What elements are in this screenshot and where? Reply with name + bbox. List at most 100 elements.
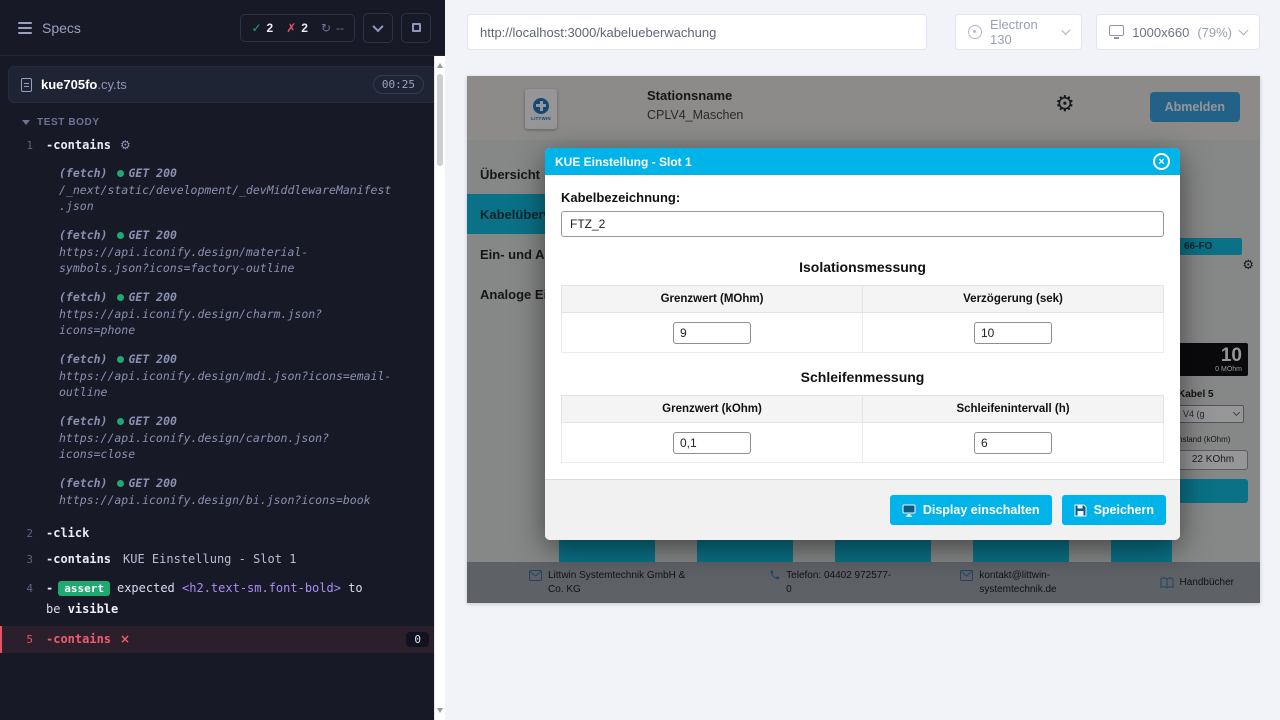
browser-selector[interactable]: Electron 130 <box>955 14 1082 50</box>
modal-titlebar: KUE Einstellung - Slot 1 × <box>545 148 1180 175</box>
fetch-url: https://api.iconify.design/carbon.json?i… <box>59 430 395 463</box>
stat-failed: ✗2 <box>286 21 308 35</box>
specs-menu-button[interactable]: Specs <box>18 20 81 36</box>
command-contains-failed[interactable]: 5 -contains × 0 <box>0 626 445 653</box>
display-einschalten-button[interactable]: Display einschalten <box>890 495 1052 525</box>
kabelbezeichnung-label: Kabelbezeichnung: <box>561 190 1164 205</box>
scroll-up-arrow-icon[interactable] <box>437 63 443 68</box>
command-assert[interactable]: 4 -assertexpected <h2.text-sm.font-bold>… <box>0 572 445 625</box>
fetch-log-row: (fetch)GET 200 https://api.iconify.desig… <box>59 413 431 463</box>
command-number: 3 <box>0 553 46 566</box>
gear-icon: ⚙ <box>120 138 131 152</box>
fetch-log-row: (fetch)GET 200 /_next/static/development… <box>59 165 431 215</box>
scrollbar-thumb[interactable] <box>437 74 443 166</box>
specs-list-icon <box>18 22 32 34</box>
refresh-icon: ↻ <box>321 21 331 35</box>
reporter-scrollbar[interactable] <box>434 56 445 720</box>
column-header: Grenzwert (MOhm) <box>562 286 863 313</box>
assert-badge: assert <box>58 581 110 596</box>
verzoegerung-sek-input[interactable] <box>974 322 1052 344</box>
browser-chrome-bar: Electron 130 1000x660 (79%) <box>467 14 1260 50</box>
viewport-zoom: (79%) <box>1197 25 1232 40</box>
modal-title: KUE Einstellung - Slot 1 <box>555 155 692 169</box>
fetch-url: https://api.iconify.design/bi.json?icons… <box>59 492 395 509</box>
electron-icon <box>968 25 982 39</box>
column-header: Grenzwert (kOhm) <box>562 396 863 423</box>
test-stats: ✓2 ✗2 ↻-- <box>240 14 355 42</box>
fetch-url: https://api.iconify.design/mdi.json?icon… <box>59 368 395 401</box>
status-dot-icon <box>117 294 124 301</box>
browser-name: Electron 130 <box>990 17 1055 47</box>
command-click[interactable]: 2 -click <box>0 520 445 546</box>
status-dot-icon <box>117 356 124 363</box>
url-input[interactable] <box>480 25 914 40</box>
status-dot-icon <box>117 170 124 177</box>
command-method: -contains <box>46 138 111 152</box>
isolationsmessung-heading: Isolationsmessung <box>561 259 1164 275</box>
stat-pending: ↻-- <box>321 21 344 35</box>
save-icon <box>1074 504 1087 517</box>
command-number: 2 <box>0 527 46 540</box>
kue-settings-modal: KUE Einstellung - Slot 1 × Kabelbezeichn… <box>545 148 1180 540</box>
speichern-button[interactable]: Speichern <box>1062 495 1166 525</box>
command-method: -contains <box>46 552 111 566</box>
url-bar[interactable] <box>467 14 927 50</box>
test-body-label: TEST BODY <box>37 117 100 128</box>
status-dot-icon <box>117 480 124 487</box>
command-number: 4 <box>0 582 46 595</box>
modal-footer: Display einschalten Speichern <box>545 479 1180 540</box>
auto-scroll-button[interactable] <box>363 13 393 43</box>
grenzwert-mohm-input[interactable] <box>673 322 751 344</box>
assert-message: -assertexpected <h2.text-sm.font-bold> t… <box>46 578 378 619</box>
chevron-down-icon <box>1061 25 1070 34</box>
viewport-icon <box>1109 25 1124 36</box>
reporter-header: Specs ✓2 ✗2 ↻-- <box>0 0 445 56</box>
viewport-selector[interactable]: 1000x660 (79%) <box>1096 14 1260 50</box>
command-method: -click <box>46 526 89 540</box>
cross-icon: ✗ <box>286 21 296 35</box>
fetch-url: https://api.iconify.design/charm.json?ic… <box>59 306 395 339</box>
command-log: 1 -contains ⚙ (fetch)GET 200 /_next/stat… <box>0 132 445 653</box>
command-number: 1 <box>0 139 46 152</box>
error-x-icon: × <box>120 632 130 646</box>
specs-label: Specs <box>42 20 81 36</box>
grenzwert-kohm-input[interactable] <box>673 432 751 454</box>
browser-pane: Electron 130 1000x660 (79%) LITTWIN Stat… <box>445 0 1280 720</box>
status-dot-icon <box>117 232 124 239</box>
fetch-log-row: (fetch)GET 200 https://api.iconify.desig… <box>59 289 431 339</box>
chevron-down-icon <box>22 120 30 125</box>
monitor-icon <box>902 504 916 517</box>
isolationsmessung-table: Grenzwert (MOhm) Verzögerung (sek) <box>561 285 1164 353</box>
fetch-log-row: (fetch)GET 200 https://api.iconify.desig… <box>59 351 431 401</box>
scroll-down-arrow-icon[interactable] <box>437 708 443 713</box>
check-icon: ✓ <box>251 21 261 35</box>
fetch-log-row: (fetch)GET 200 https://api.iconify.desig… <box>59 227 431 277</box>
stat-passed: ✓2 <box>251 21 273 35</box>
column-header: Schleifenintervall (h) <box>863 396 1164 423</box>
command-contains-1[interactable]: 1 -contains ⚙ <box>0 132 445 158</box>
app-under-test: LITTWIN Stationsname CPLV4_Maschen ⚙ Abm… <box>467 76 1260 603</box>
test-body-toggle[interactable]: TEST BODY <box>0 103 445 132</box>
fetch-log-row: (fetch)GET 200 https://api.iconify.desig… <box>59 475 431 508</box>
viewport-size: 1000x660 <box>1132 25 1189 40</box>
command-contains-2[interactable]: 3 -contains KUE Einstellung - Slot 1 <box>0 546 445 572</box>
close-icon[interactable]: × <box>1153 153 1170 170</box>
chevron-down-icon <box>372 20 383 31</box>
fetch-url: /_next/static/development/_devMiddleware… <box>59 182 395 215</box>
assert-target: <h2.text-sm.font-bold> <box>182 581 341 595</box>
schleifenintervall-input[interactable] <box>974 432 1052 454</box>
cypress-reporter-panel: Specs ✓2 ✗2 ↻-- kue705fo.cy.ts 00:25 TES… <box>0 0 445 720</box>
schleifenmessung-heading: Schleifenmessung <box>561 369 1164 385</box>
fetch-url: https://api.iconify.design/material-symb… <box>59 244 395 277</box>
column-header: Verzögerung (sek) <box>863 286 1164 313</box>
spec-file-row[interactable]: kue705fo.cy.ts 00:25 <box>8 66 437 103</box>
spec-file-icon <box>21 78 32 92</box>
chevron-down-icon <box>1239 25 1249 35</box>
kabelbezeichnung-input[interactable] <box>561 211 1164 237</box>
retry-count-badge: 0 <box>406 632 429 647</box>
spec-timer: 00:25 <box>373 75 424 94</box>
spec-file-name: kue705fo.cy.ts <box>41 77 127 92</box>
stop-tests-button[interactable] <box>401 13 431 43</box>
stop-icon <box>412 23 421 32</box>
command-message: KUE Einstellung - Slot 1 <box>123 552 296 566</box>
